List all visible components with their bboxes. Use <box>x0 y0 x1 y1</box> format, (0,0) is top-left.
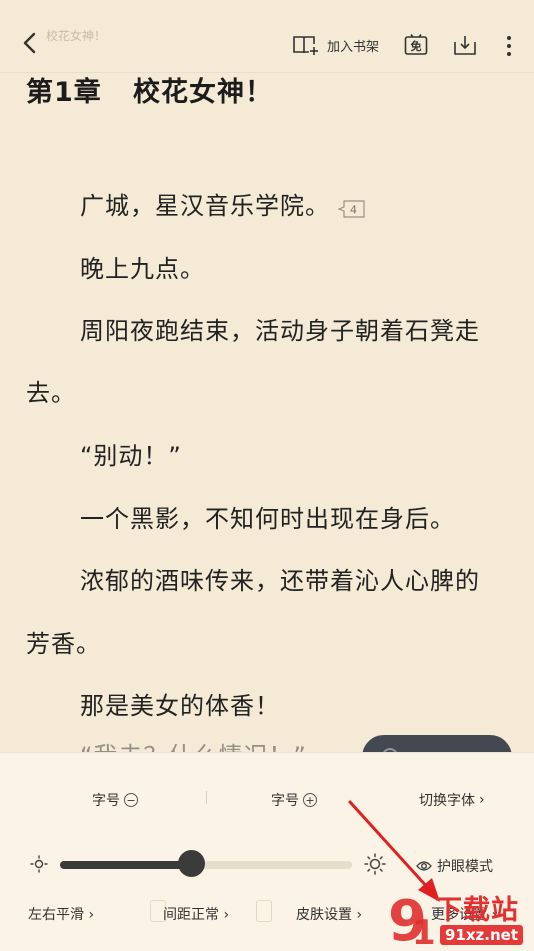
paragraph-line: 广城，星汉音乐学院。 4 <box>80 186 366 221</box>
paragraph-line: 去。 <box>26 379 76 407</box>
watermark-title: 下载站 <box>435 895 519 926</box>
download-icon[interactable] <box>454 34 476 56</box>
chevron-right-icon: › <box>219 907 230 923</box>
paragraph-line: 那是美女的体香！ <box>80 692 280 720</box>
top-toolbar: 校花女神！ 加入书架 免 <box>0 0 534 73</box>
line-spacing-button[interactable]: 间距正常 › <box>163 904 229 924</box>
back-arrow-icon[interactable] <box>18 30 44 56</box>
skin-settings-label: 皮肤设置 <box>296 907 352 923</box>
eye-protection-label: 护眼模式 <box>437 859 493 875</box>
paragraph-line: 一个黑影，不知何时出现在身后。 <box>80 505 455 533</box>
chapter-title: 第1章 校花女神！ <box>26 77 273 108</box>
paragraph-line: 浓郁的酒味传来，还带着沁人心脾的 <box>80 567 480 595</box>
minus-icon: − <box>124 793 138 807</box>
svg-text:4: 4 <box>350 204 358 217</box>
line-spacing-label: 间距正常 <box>163 907 219 923</box>
brightness-slider-thumb[interactable] <box>177 850 205 877</box>
chevron-right-icon: › <box>352 907 363 923</box>
font-size-increase-label: 字号 <box>271 793 299 809</box>
paragraph-line: “别动！” <box>80 442 182 470</box>
brightness-low-icon <box>30 855 48 873</box>
skin-settings-button[interactable]: 皮肤设置 › <box>296 904 362 924</box>
book-add-icon <box>293 36 318 55</box>
chevron-right-icon: › <box>84 907 95 923</box>
font-size-increase-button[interactable]: 字号 + <box>271 790 317 810</box>
eye-protection-toggle[interactable]: 护眼模式 <box>416 856 493 876</box>
brightness-slider[interactable] <box>60 861 352 869</box>
switch-font-label: 切换字体 <box>419 793 475 809</box>
switch-font-button[interactable]: 切换字体 › <box>419 790 485 810</box>
comment-count-badge[interactable]: 4 <box>337 197 366 218</box>
svg-text:1: 1 <box>412 913 436 950</box>
toolbar-ghost-title: 校花女神！ <box>46 29 107 43</box>
ghost-icon <box>256 900 272 922</box>
plus-icon: + <box>303 793 317 807</box>
watermark-url: 91xz.net <box>440 925 524 945</box>
page-turn-label: 左右平滑 <box>28 907 84 923</box>
paragraph-line: 芳香。 <box>26 630 101 658</box>
add-to-shelf-label: 加入书架 <box>327 39 380 55</box>
brightness-fill <box>60 861 192 869</box>
paragraph-line: 周阳夜跑结束，活动身子朝着石凳走 <box>80 317 480 345</box>
more-options-icon[interactable] <box>500 34 518 58</box>
divider <box>206 791 207 804</box>
comment-bubble-icon: 4 <box>337 200 365 218</box>
add-to-shelf-button[interactable]: 加入书架 <box>292 34 379 56</box>
free-read-icon[interactable]: 免 <box>404 34 428 56</box>
font-size-decrease-label: 字号 <box>92 793 120 809</box>
free-label: 免 <box>411 39 422 53</box>
chevron-right-icon: › <box>479 792 485 808</box>
eye-icon <box>416 861 432 871</box>
paragraph-line: 晚上九点。 <box>80 255 205 283</box>
font-size-decrease-button[interactable]: 字号 − <box>92 790 138 810</box>
brightness-high-icon <box>364 853 386 875</box>
page-turn-mode-button[interactable]: 左右平滑 › <box>28 904 94 924</box>
